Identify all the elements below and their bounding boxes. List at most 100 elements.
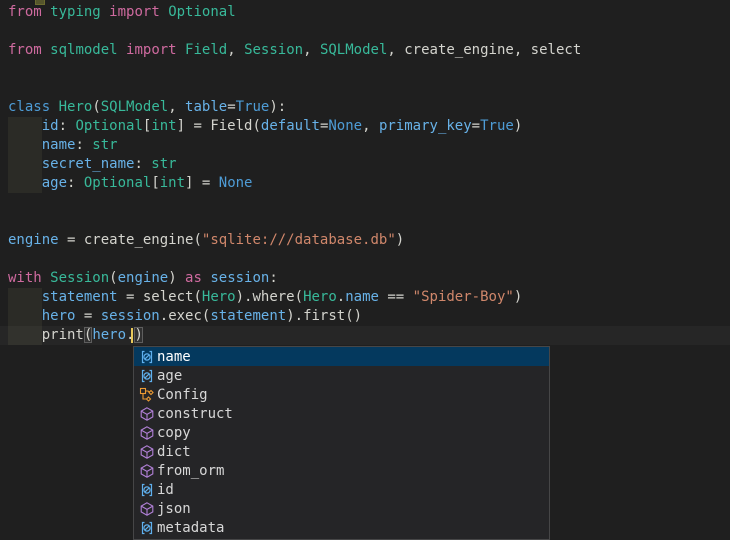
code-line[interactable]: engine = create_engine("sqlite:///databa…	[0, 231, 730, 250]
code-line[interactable]	[0, 79, 730, 98]
code-token: [	[151, 175, 159, 191]
code-line[interactable]: with Session(engine) as session:	[0, 269, 730, 288]
code-token: hero	[92, 327, 126, 343]
code-token: session	[210, 270, 269, 286]
code-token: create_engine	[404, 42, 514, 58]
suggestion-label: json	[157, 501, 191, 517]
code-token: Hero	[303, 289, 337, 305]
symbol-field-icon	[137, 349, 157, 365]
code-token: ] =	[185, 175, 219, 191]
code-line[interactable]	[0, 212, 730, 231]
code-token: typing	[50, 4, 101, 20]
code-token: ] =	[177, 118, 211, 134]
code-token: )	[168, 270, 185, 286]
suggestion-label: copy	[157, 425, 191, 441]
code-token: :	[75, 137, 92, 153]
code-token: :	[67, 175, 84, 191]
code-token: print	[42, 327, 84, 343]
code-token: Field	[185, 42, 227, 58]
code-token: .	[337, 289, 345, 305]
code-token: from	[8, 42, 42, 58]
code-line[interactable]: print(hero.)	[0, 326, 730, 345]
code-token: :	[59, 118, 76, 134]
code-token: select	[531, 42, 582, 58]
suggestion-item[interactable]: metadata	[134, 518, 549, 537]
suggestion-label: metadata	[157, 520, 224, 536]
code-line[interactable]: statement = select(Hero).where(Hero.name…	[0, 288, 730, 307]
code-line[interactable]: from sqlmodel import Field, Session, SQL…	[0, 41, 730, 60]
code-token: hero	[42, 308, 76, 324]
symbol-field-icon	[137, 520, 157, 536]
symbol-field-icon	[137, 482, 157, 498]
suggestion-item[interactable]: Config	[134, 385, 549, 404]
code-line[interactable]: from typing import Optional	[0, 3, 730, 22]
code-token: name	[42, 137, 76, 153]
suggestion-item[interactable]: name	[134, 347, 549, 366]
code-line[interactable]: secret_name: str	[0, 155, 730, 174]
code-line[interactable]: name: str	[0, 136, 730, 155]
code-token: )	[396, 232, 404, 248]
code-token: True	[480, 118, 514, 134]
code-token	[8, 327, 42, 343]
code-token	[8, 175, 42, 191]
code-token: ,	[362, 118, 379, 134]
code-token: default	[261, 118, 320, 134]
symbol-method-icon	[137, 444, 157, 460]
code-token: Hero	[202, 289, 236, 305]
suggestion-item[interactable]: copy	[134, 423, 549, 442]
code-token: ,	[387, 42, 404, 58]
code-line[interactable]: hero = session.exec(statement).first()	[0, 307, 730, 326]
code-line[interactable]	[0, 250, 730, 269]
code-token: int	[151, 118, 176, 134]
code-token	[8, 289, 42, 305]
code-line[interactable]: id: Optional[int] = Field(default=None, …	[0, 117, 730, 136]
code-token: secret_name	[42, 156, 135, 172]
suggestion-item[interactable]: age	[134, 366, 549, 385]
code-token: statement	[42, 289, 118, 305]
code-line[interactable]	[0, 193, 730, 212]
code-token: first	[303, 308, 345, 324]
code-token: str	[92, 137, 117, 153]
symbol-class-icon	[137, 387, 157, 403]
code-line[interactable]: age: Optional[int] = None	[0, 174, 730, 193]
code-token	[8, 156, 42, 172]
code-token: session	[101, 308, 160, 324]
suggest-widget: nameageConfigconstruct copydict from_ormid…	[133, 346, 550, 540]
suggestion-item[interactable]: json	[134, 499, 549, 518]
code-token: int	[160, 175, 185, 191]
suggestion-item[interactable]: id	[134, 480, 549, 499]
code-line[interactable]	[0, 22, 730, 41]
code-area: from typing import Optional from sqlmodel…	[0, 3, 730, 345]
suggestion-label: from_orm	[157, 463, 224, 479]
code-token: (	[252, 118, 260, 134]
code-token: ,	[168, 99, 185, 115]
indent-highlight-fragment	[35, 0, 45, 5]
code-token: import	[109, 4, 160, 20]
code-token	[42, 4, 50, 20]
code-token	[8, 137, 42, 153]
code-token: =	[472, 118, 480, 134]
suggestion-item[interactable]: construct	[134, 404, 549, 423]
code-token	[101, 4, 109, 20]
code-token: ==	[379, 289, 413, 305]
code-token: class	[8, 99, 50, 115]
symbol-method-icon	[137, 406, 157, 422]
code-token: (	[193, 289, 201, 305]
code-token: ,	[227, 42, 244, 58]
code-token: import	[126, 42, 177, 58]
code-token: (	[295, 289, 303, 305]
code-token: =	[75, 308, 100, 324]
code-token	[8, 118, 42, 134]
code-token: SQLModel	[101, 99, 168, 115]
code-line[interactable]	[0, 60, 730, 79]
code-editor[interactable]: from typing import Optional from sqlmodel…	[0, 0, 730, 540]
code-token: (	[109, 270, 117, 286]
suggestion-item[interactable]: from_orm	[134, 461, 549, 480]
suggestion-item[interactable]: dict	[134, 442, 549, 461]
code-token: with	[8, 270, 42, 286]
code-token: :	[134, 156, 151, 172]
code-token: age	[42, 175, 67, 191]
matched-bracket: )	[134, 327, 142, 343]
symbol-method-icon	[137, 501, 157, 517]
code-line[interactable]: class Hero(SQLModel, table=True):	[0, 98, 730, 117]
